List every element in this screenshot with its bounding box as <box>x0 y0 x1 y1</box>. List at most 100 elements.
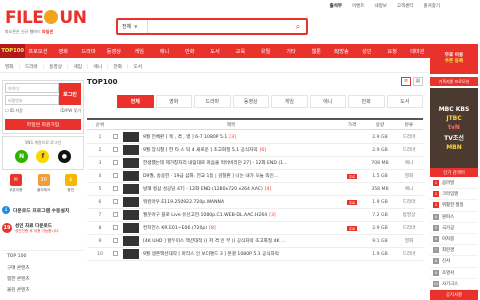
nav-util[interactable]: 유틸 <box>253 44 278 58</box>
rank-item[interactable]: 5 국가공 <box>430 223 478 234</box>
table-row[interactable]: 1 9월 전체판 [ 북 , 격 , 병 ] 6-7 1080P 5.1 [3] 2.… <box>87 131 423 144</box>
search-button[interactable]: ⌕ <box>290 20 306 33</box>
util-support[interactable]: 고객센터 <box>397 3 414 9</box>
side-top100[interactable]: TOP 100 <box>2 251 84 262</box>
naver-icon[interactable]: N <box>15 150 29 163</box>
table-row[interactable]: 8 컨지언스 KR E01~E06 (720p) [8] 무료 2.9 GB 드라마 <box>87 222 423 235</box>
save-id-checkbox[interactable]: ☐ ID 저장 <box>5 108 23 114</box>
nav-drama[interactable]: 드라마 <box>76 44 101 58</box>
coupon-ad-banner[interactable]: 무료 이용 쿠폰 등록 <box>430 44 478 74</box>
subnav-video[interactable]: 동영상 <box>49 64 62 70</box>
nav-movie[interactable]: 영화 <box>51 44 76 58</box>
row-checkbox[interactable] <box>113 250 123 258</box>
apple-icon[interactable]: ● <box>57 150 71 163</box>
row-checkbox[interactable] <box>113 198 123 206</box>
side-wishlist[interactable]: 찜한 콘텐츠 <box>2 273 84 284</box>
row-title[interactable]: 컨지언스 KR E01~E06 (720p) <box>143 225 207 231</box>
row-checkbox[interactable] <box>113 146 123 154</box>
row-title[interactable]: 워킹아우.E119.250922.720p.WANNA <box>143 199 224 205</box>
side-purchased[interactable]: 구매 콘텐츠 <box>2 262 84 273</box>
tab-book[interactable]: 도서 <box>386 95 423 108</box>
password-field[interactable]: 비밀번호 <box>5 95 59 105</box>
row-checkbox[interactable] <box>113 133 123 141</box>
nav-promotion[interactable]: 프로모션 <box>25 44 50 58</box>
util-event[interactable]: 이벤트 <box>352 3 364 9</box>
row-title[interactable]: 방해 횡삼 성공담 47] - 12화 END (1280x720 x264 A… <box>143 186 263 192</box>
rank-item[interactable]: 1 음마발 <box>430 178 478 190</box>
table-row[interactable]: 7 월웃아구 블로 Live 유신고전.1080p.C1.WEB-DL.AAC.H… <box>87 209 423 222</box>
row-title[interactable]: 9월 장식철 [ 한 타 스 틱 4 새로운 ] 초고화질 5.1 공식자막 <box>143 147 258 153</box>
row-checkbox[interactable] <box>113 237 123 245</box>
row-checkbox[interactable] <box>113 172 123 180</box>
id-field[interactable]: 아이디 <box>5 83 59 93</box>
rank-item[interactable]: 3 위활한 칠일 <box>430 200 478 212</box>
row-checkbox[interactable] <box>113 159 123 167</box>
tab-game[interactable]: 게임 <box>271 95 308 108</box>
row-checkbox[interactable] <box>113 224 123 232</box>
table-row[interactable]: 3 한생했는데 제가창자리 내맘대로 마음을 먹어버리던 27] - 12화 EN… <box>87 157 423 170</box>
search-category-select[interactable]: 전체 ▼ <box>118 20 148 33</box>
nav-etc[interactable]: 기타 <box>278 44 303 58</box>
rank-item[interactable]: 10 사기극스 <box>430 279 478 290</box>
rank-item[interactable]: 7 최란경 <box>430 245 478 257</box>
rank-item[interactable]: 8 신서 <box>430 256 478 268</box>
subnav-game[interactable]: 게임 <box>74 64 82 70</box>
subnav-book[interactable]: 도서 <box>134 64 142 70</box>
subnav-movie[interactable]: 영화 <box>5 64 13 70</box>
row-title[interactable]: 9월 생존액션대작 [ 마리스 인 보더랜드 3 ] 본결 1080P 5.1 … <box>143 251 279 257</box>
nav-anime[interactable]: 애니 <box>152 44 177 58</box>
subnav-drama[interactable]: 드라마 <box>25 64 38 70</box>
row-title[interactable]: 한생했는데 제가창자리 내맘대로 마음을 먹어버리던 27] - 12화 END… <box>143 160 287 166</box>
coupon-link[interactable]: ✉ 쿠폰이용 <box>9 174 22 200</box>
table-row[interactable]: 9 [4K UHD ] 할두미스 액션대작 (( 저 격 인 무 )) 공식자막 … <box>87 235 423 248</box>
table-row[interactable]: 10 9월 생존액션대작 [ 마리스 인 보더랜드 3 ] 본결 1080P 5.… <box>87 248 423 261</box>
row-checkbox[interactable] <box>113 185 123 193</box>
util-myinfo[interactable]: 내정보 <box>374 3 386 9</box>
rank-item[interactable]: 6 야차봉 <box>430 234 478 246</box>
tab-movie[interactable]: 영화 <box>155 95 192 108</box>
row-title[interactable]: 9월 전체판 [ 북 , 격 , 병 ] 6-7 1080P 5.1 <box>143 134 227 140</box>
nav-education[interactable]: 교육 <box>228 44 253 58</box>
notice-head[interactable]: 공지사항 <box>430 290 478 300</box>
join-button[interactable]: 파일썬 회원가입 <box>5 119 81 130</box>
table-row[interactable]: 6 워킹아우.E119.250922.720p.WANNA 무료 1.9 GB 드라마 <box>87 196 423 209</box>
nav-theme[interactable]: 테마관 <box>405 44 430 58</box>
download-program-link[interactable]: ↓ 다운로드 프로그램 수동설치 <box>2 206 84 214</box>
list-view-icon[interactable]: ≡ <box>401 77 411 86</box>
subnav-anime[interactable]: 애니 <box>94 64 102 70</box>
rank-item[interactable]: 9 조영서 <box>430 268 478 279</box>
nav-comic[interactable]: 만화 <box>177 44 202 58</box>
tab-comic[interactable]: 만화 <box>348 95 385 108</box>
broadcast-ad-banner[interactable]: MBC KBS JTBC tvN TV조선 MBN <box>430 88 478 168</box>
util-bookmark[interactable]: 즐겨찾기 <box>423 3 440 9</box>
nav-game[interactable]: 게임 <box>126 44 151 58</box>
table-row[interactable]: 5 방해 횡삼 성공담 47] - 12화 END (1280x720 x264 … <box>87 183 423 196</box>
util-attendance[interactable]: 출석부 <box>330 3 342 9</box>
tab-all[interactable]: 전체 <box>117 95 154 108</box>
find-account-link[interactable]: ID/PW 찾기 <box>60 108 81 114</box>
table-row[interactable]: 2 9월 장식철 [ 한 타 스 틱 4 새로운 ] 초고화질 5.1 공식자막[… <box>87 144 423 157</box>
nav-bj[interactable]: BJ방송 <box>329 44 354 58</box>
tab-drama[interactable]: 드라마 <box>194 95 231 108</box>
nav-book[interactable]: 도서 <box>202 44 227 58</box>
tab-video[interactable]: 동영상 <box>232 95 269 108</box>
tab-anime[interactable]: 애니 <box>309 95 346 108</box>
row-title[interactable]: [4K UHD ] 할두미스 액션대작 (( 저 격 인 무 )) 공식자막 초… <box>143 238 285 244</box>
row-checkbox[interactable] <box>113 211 123 219</box>
nav-adult[interactable]: 성인 <box>354 44 379 58</box>
subnav-comic[interactable]: 만화 <box>114 64 122 70</box>
nav-top100[interactable]: TOP100 <box>0 44 26 58</box>
table-row[interactable]: 4 D9월, 송승헌 · 19금 삼화. 전교 1등 | 검찰판 ] 나는 내가 … <box>87 170 423 183</box>
row-title[interactable]: 월웃아구 블로 Live 유신고전.1080p.C1.WEB-DL.AAC.H2… <box>143 212 267 218</box>
side-uploaded[interactable]: 올린 콘텐츠 <box>2 284 84 295</box>
rank-item[interactable]: 4 원피스 <box>430 212 478 223</box>
charge-link[interactable]: $ 충전 <box>64 174 77 200</box>
rank-item[interactable]: 2 크라임랜 <box>430 189 478 201</box>
nav-video[interactable]: 동영상 <box>101 44 126 58</box>
grid-view-icon[interactable]: ▦ <box>413 77 423 86</box>
nav-request[interactable]: 요청 <box>379 44 404 58</box>
row-title[interactable]: D9월, 송승헌 · 19금 삼화. 전교 1등 | 검찰판 ] 나는 내가 오… <box>143 173 278 179</box>
kakao-icon[interactable]: f <box>36 150 50 163</box>
site-logo[interactable]: FILE UN 파오픈은 신규 웹하드 파일썬 <box>5 10 89 35</box>
nav-webtoon[interactable]: 웹툰 <box>304 44 329 58</box>
